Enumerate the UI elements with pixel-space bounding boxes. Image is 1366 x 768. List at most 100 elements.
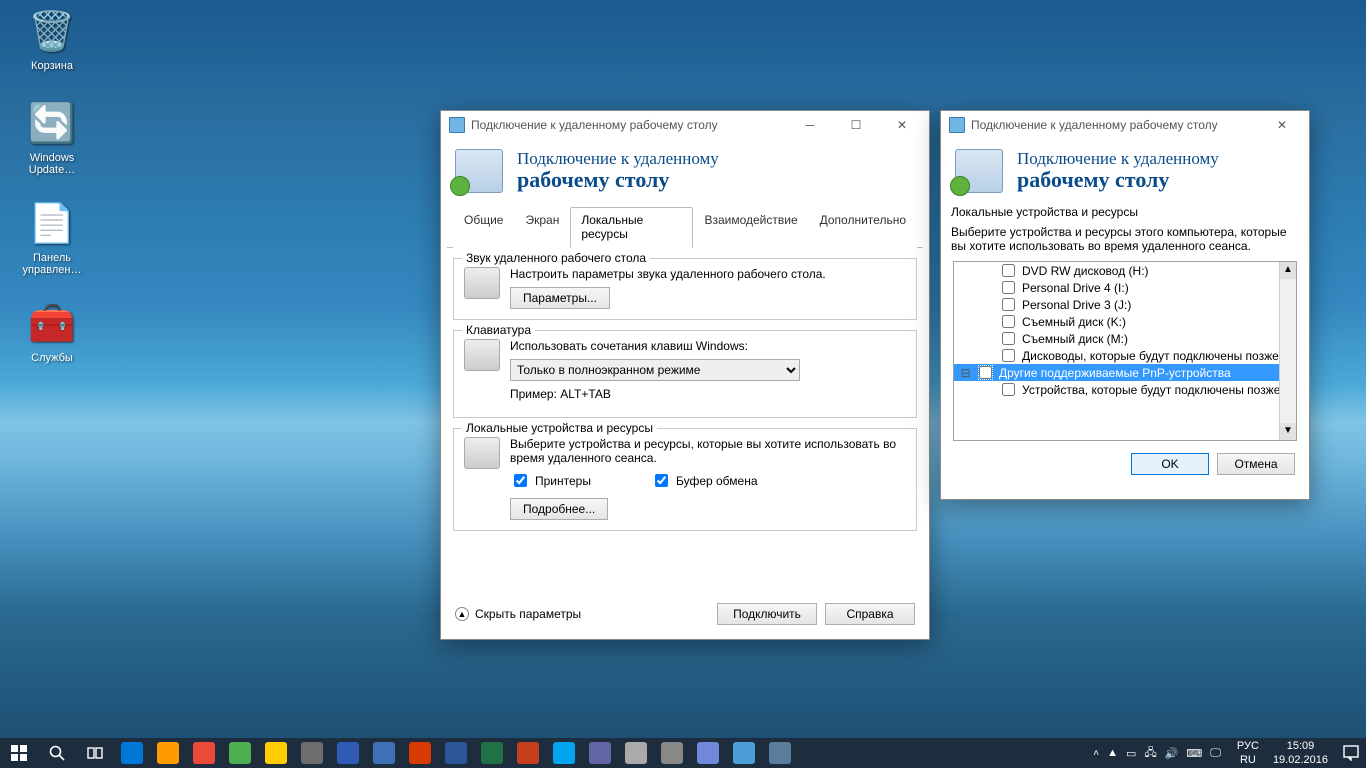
maximize-button[interactable]: ☐: [833, 111, 879, 139]
titlebar[interactable]: Подключение к удаленному рабочему столу …: [941, 111, 1309, 139]
checkbox-label: Буфер обмена: [676, 474, 758, 488]
clock[interactable]: 15:09 19.02.2016: [1265, 739, 1336, 767]
rdp-banner-icon: [455, 149, 503, 193]
app-icon: [625, 742, 647, 764]
tree-item[interactable]: Personal Drive 4 (I:): [954, 279, 1296, 296]
lang-line2: RU: [1237, 753, 1259, 767]
taskbar-app[interactable]: [330, 738, 366, 768]
device-tree[interactable]: DVD RW дисковод (H:) Personal Drive 4 (I…: [953, 261, 1297, 441]
scroll-up-button[interactable]: ▲: [1280, 262, 1296, 279]
banner: Подключение к удаленному рабочему столу: [441, 139, 929, 207]
tray-keyboard-icon[interactable]: ⌨: [1186, 747, 1202, 760]
tree-scrollbar[interactable]: ▲ ▼: [1279, 262, 1296, 440]
tree-item[interactable]: Съемный диск (M:): [954, 330, 1296, 347]
tray-monitor-icon[interactable]: 🖵: [1210, 747, 1221, 760]
taskbar-app[interactable]: [294, 738, 330, 768]
connect-button[interactable]: Подключить: [717, 603, 817, 625]
task-view-button[interactable]: [76, 738, 114, 768]
desktop-icon-label: Панель управлен…: [12, 252, 92, 276]
recycle-bin-icon: 🗑️: [28, 8, 76, 56]
section-desc: Выберите устройства и ресурсы этого комп…: [941, 221, 1309, 261]
close-button[interactable]: ✕: [879, 111, 925, 139]
taskbar-app[interactable]: [510, 738, 546, 768]
taskbar-app[interactable]: [114, 738, 150, 768]
taskbar-app[interactable]: [258, 738, 294, 768]
taskbar-app[interactable]: [222, 738, 258, 768]
action-center-button[interactable]: [1336, 738, 1366, 768]
taskbar-app[interactable]: [582, 738, 618, 768]
scroll-down-button[interactable]: ▼: [1280, 423, 1296, 440]
more-devices-button[interactable]: Подробнее...: [510, 498, 608, 520]
speaker-icon: [464, 267, 500, 299]
group-legend: Клавиатура: [462, 323, 535, 337]
start-button[interactable]: [0, 738, 38, 768]
tray-network-icon[interactable]: 🖧: [1144, 744, 1156, 763]
desktop-icon-services[interactable]: 🧰 Службы: [12, 300, 92, 364]
taskbar-app[interactable]: [546, 738, 582, 768]
taskbar-app[interactable]: [654, 738, 690, 768]
desktop-icon-control-panel[interactable]: 📄 Панель управлен…: [12, 200, 92, 276]
clock-date: 19.02.2016: [1273, 753, 1328, 767]
banner-line2: рабочему столу: [1017, 167, 1219, 193]
tab-display[interactable]: Экран: [514, 207, 570, 248]
tree-item[interactable]: DVD RW дисковод (H:): [954, 262, 1296, 279]
tab-strip: Общие Экран Локальные ресурсы Взаимодейс…: [447, 207, 923, 248]
app-icon: [121, 742, 143, 764]
taskbar[interactable]: ˄ ▲ ▭ 🖧 🔊 ⌨ 🖵 РУС RU 15:09 19.02.2016: [0, 738, 1366, 768]
window-title: Подключение к удаленному рабочему столу: [471, 118, 787, 132]
taskbar-app[interactable]: [402, 738, 438, 768]
taskbar-app[interactable]: [726, 738, 762, 768]
tree-item[interactable]: Дисководы, которые будут подключены позж…: [954, 347, 1296, 364]
tab-advanced[interactable]: Дополнительно: [809, 207, 917, 248]
control-panel-icon: 📄: [28, 200, 76, 248]
taskbar-app[interactable]: [150, 738, 186, 768]
desktop-icon-winupdate[interactable]: 🔄 Windows Update…: [12, 100, 92, 176]
clock-time: 15:09: [1273, 739, 1328, 753]
taskbar-app[interactable]: [474, 738, 510, 768]
tab-experience[interactable]: Взаимодействие: [693, 207, 808, 248]
taskbar-app[interactable]: [438, 738, 474, 768]
hide-options-toggle[interactable]: ▲ Скрыть параметры: [455, 607, 581, 621]
taskbar-app[interactable]: [186, 738, 222, 768]
clipboard-checkbox[interactable]: Буфер обмена: [651, 471, 758, 490]
minimize-button[interactable]: ─: [787, 111, 833, 139]
group-legend: Локальные устройства и ресурсы: [462, 421, 657, 435]
app-icon: [697, 742, 719, 764]
taskbar-app[interactable]: [762, 738, 798, 768]
taskbar-app[interactable]: [618, 738, 654, 768]
desktop-icon-recycle[interactable]: 🗑️ Корзина: [12, 8, 92, 72]
tree-item-selected[interactable]: ⊟Другие поддерживаемые PnP-устройства: [954, 364, 1296, 381]
keyboard-mode-select[interactable]: Только в полноэкранном режиме: [510, 359, 800, 381]
taskbar-app[interactable]: [366, 738, 402, 768]
group-desc: Настроить параметры звука удаленного раб…: [510, 267, 906, 281]
collapse-icon[interactable]: ⊟: [960, 366, 971, 380]
section-label: Локальные устройства и ресурсы: [941, 201, 1309, 221]
desktop-icon-label: Службы: [12, 352, 92, 364]
group-legend: Звук удаленного рабочего стола: [462, 251, 650, 265]
tree-item[interactable]: Съемный диск (K:): [954, 313, 1296, 330]
titlebar[interactable]: Подключение к удаленному рабочему столу …: [441, 111, 929, 139]
audio-settings-button[interactable]: Параметры...: [510, 287, 610, 309]
system-tray[interactable]: ˄ ▲ ▭ 🖧 🔊 ⌨ 🖵: [1083, 744, 1231, 763]
tray-battery-icon[interactable]: ▭: [1126, 747, 1136, 760]
rdp-devices-dialog: Подключение к удаленному рабочему столу …: [940, 110, 1310, 500]
tray-volume-icon[interactable]: 🔊: [1165, 747, 1179, 760]
ok-button[interactable]: OK: [1131, 453, 1209, 475]
tray-vlc-icon[interactable]: ▲: [1107, 747, 1118, 759]
tree-item[interactable]: Устройства, которые будут подключены поз…: [954, 381, 1296, 398]
tree-item[interactable]: Personal Drive 3 (J:): [954, 296, 1296, 313]
cancel-button[interactable]: Отмена: [1217, 453, 1295, 475]
taskbar-app[interactable]: [690, 738, 726, 768]
close-button[interactable]: ✕: [1259, 111, 1305, 139]
tab-general[interactable]: Общие: [453, 207, 514, 248]
app-icon: [409, 742, 431, 764]
desktop-icon-label: Windows Update…: [12, 152, 92, 176]
printers-checkbox[interactable]: Принтеры: [510, 471, 591, 490]
language-indicator[interactable]: РУС RU: [1231, 739, 1265, 767]
tab-local-resources[interactable]: Локальные ресурсы: [570, 207, 693, 248]
tray-chevron-icon[interactable]: ˄: [1093, 748, 1099, 759]
group-desc: Использовать сочетания клавиш Windows:: [510, 339, 906, 353]
app-icon: [157, 742, 179, 764]
help-button[interactable]: Справка: [825, 603, 915, 625]
search-button[interactable]: [38, 738, 76, 768]
